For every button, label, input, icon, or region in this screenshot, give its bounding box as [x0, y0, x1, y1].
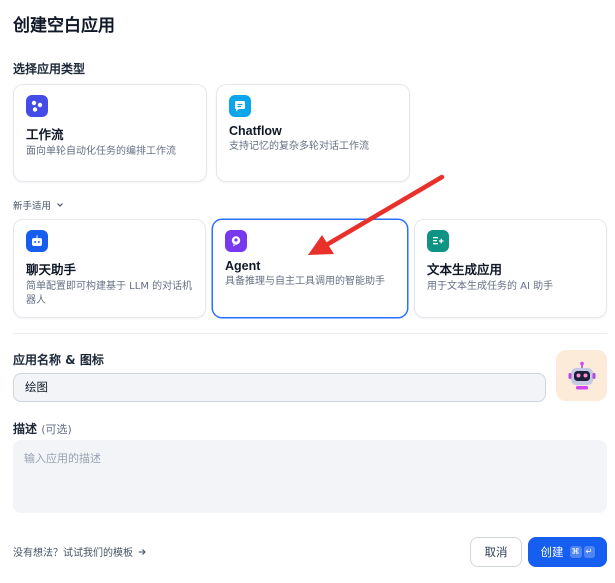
app-name-input[interactable]: 绘图 [13, 373, 546, 402]
template-link-label: 没有想法？试试我们的模板 [13, 548, 133, 559]
arrow-right-icon [138, 548, 146, 555]
description-placeholder: 输入应用的描述 [24, 452, 101, 465]
description-textarea[interactable]: 输入应用的描述 [13, 440, 607, 513]
description-section-label: 描述 (可选) [13, 420, 72, 437]
name-section-label: 应用名称 & 图标 [13, 353, 104, 367]
cancel-label: 取消 [484, 545, 508, 559]
divider [13, 333, 607, 334]
create-button[interactable]: 创建 ⌘ ↵ [528, 537, 607, 567]
template-link[interactable]: 没有想法？试试我们的模板 [13, 544, 147, 559]
description-label: 描述 [13, 422, 38, 436]
robot-avatar-icon[interactable] [556, 350, 607, 401]
command-key-icon: ⌘ [569, 546, 582, 558]
description-optional-label: (可选) [41, 423, 72, 436]
create-label: 创建 [540, 545, 564, 559]
shortcut-hint: ⌘ ↵ [569, 546, 595, 558]
enter-key-icon: ↵ [583, 546, 595, 558]
cancel-button[interactable]: 取消 [470, 537, 522, 567]
